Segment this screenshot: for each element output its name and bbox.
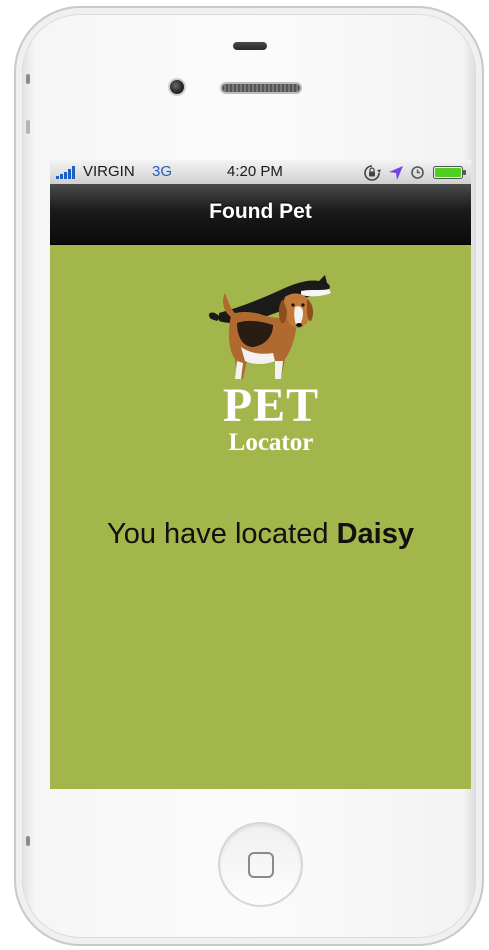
navigation-bar: Found Pet xyxy=(50,184,471,245)
top-speaker-icon xyxy=(233,42,267,50)
network-type-label: 3G xyxy=(152,163,173,180)
home-button[interactable] xyxy=(218,822,303,907)
pet-locator-logo: PET Locator xyxy=(201,267,341,457)
volume-down-button xyxy=(26,836,30,846)
battery-icon xyxy=(433,166,466,179)
page-title: Found Pet xyxy=(209,200,312,223)
message-prefix: You have located xyxy=(107,518,337,550)
logo-title: PET xyxy=(222,379,320,432)
pet-name: Daisy xyxy=(336,518,414,550)
logo-subtitle: Locator xyxy=(228,429,314,456)
status-time: 4:20 PM xyxy=(227,163,283,180)
alarm-icon xyxy=(411,166,424,179)
camera-icon xyxy=(168,78,186,96)
earpiece-icon xyxy=(220,82,302,94)
location-arrow-icon xyxy=(389,166,403,180)
dog-and-cat-icon xyxy=(208,275,331,379)
orientation-lock-icon xyxy=(364,165,381,181)
volume-up-button xyxy=(26,120,30,134)
status-bar: VIRGIN 3G 4:20 PM xyxy=(50,160,471,184)
carrier-label: VIRGIN xyxy=(83,163,135,180)
signal-icon xyxy=(56,166,75,179)
home-button-icon xyxy=(248,852,274,878)
mute-switch xyxy=(26,74,30,84)
located-message: You have located Daisy xyxy=(50,518,471,551)
screen: VIRGIN 3G 4:20 PM Found Pet PET Locator … xyxy=(50,160,471,789)
